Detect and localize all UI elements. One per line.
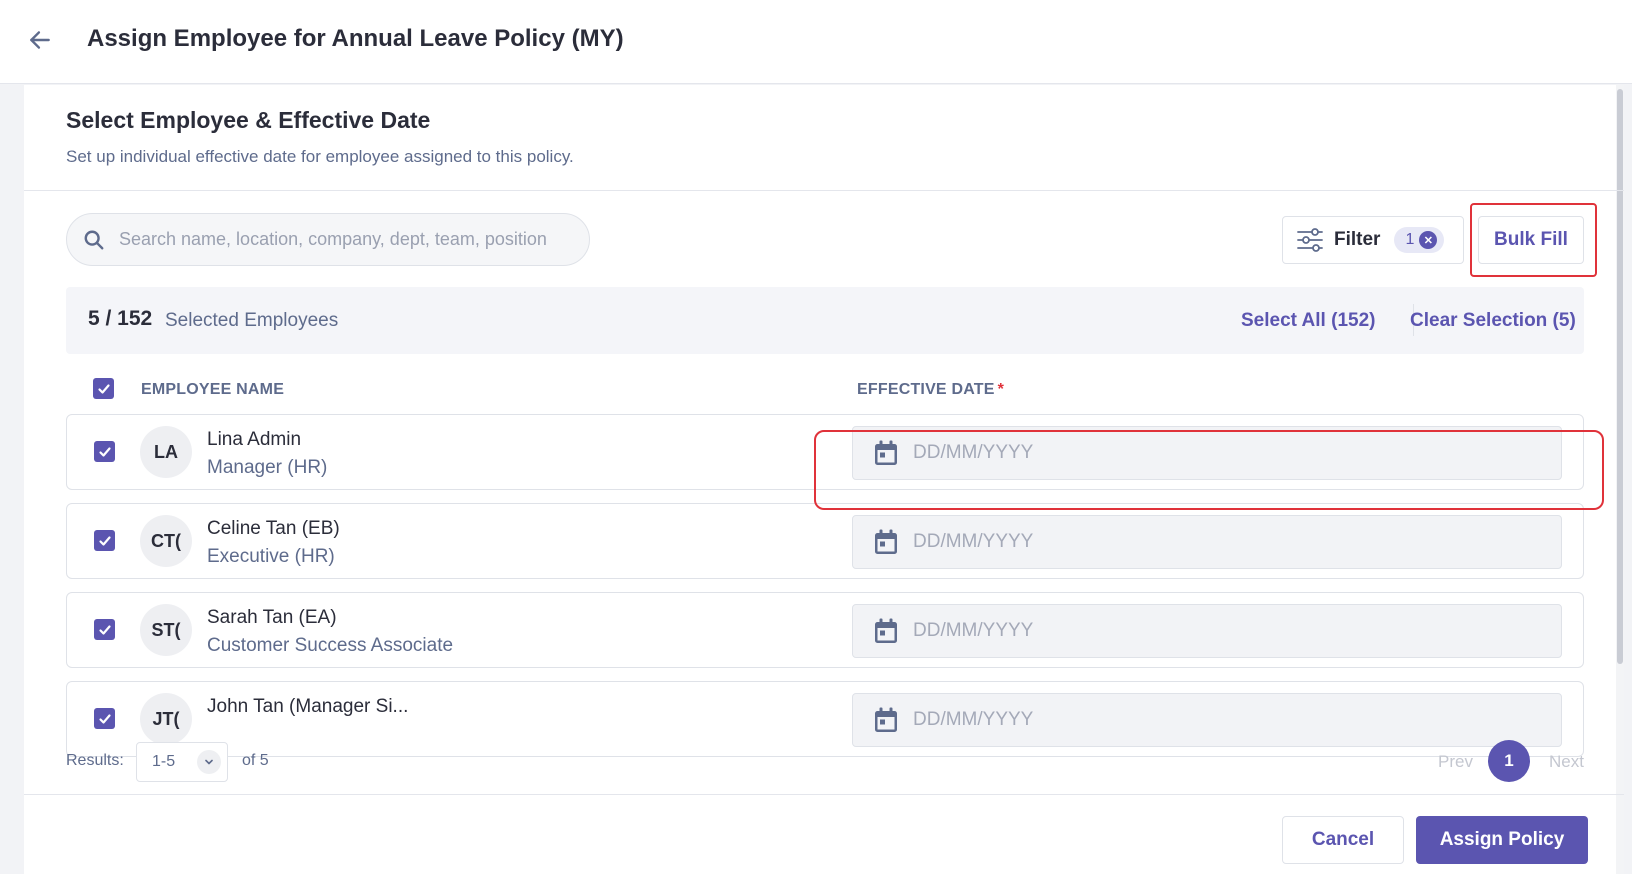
row-checkbox[interactable] <box>94 708 115 729</box>
filter-count: 1 <box>1405 231 1415 248</box>
effective-date-field[interactable] <box>852 515 1562 569</box>
employee-role: Manager (HR) <box>207 457 328 478</box>
avatar: ST( <box>140 604 192 656</box>
scrollbar[interactable] <box>1616 85 1624 874</box>
selection-bar: 5 / 152 Selected Employees Select All (1… <box>66 287 1584 354</box>
filter-button[interactable]: Filter 1 ✕ <box>1282 216 1464 264</box>
search-input[interactable] <box>119 229 559 250</box>
column-header-effective-date: EFFECTIVE DATE * <box>857 381 1004 399</box>
page-number-button[interactable]: 1 <box>1488 740 1530 782</box>
effective-date-input[interactable] <box>913 620 1513 642</box>
scrollbar-thumb[interactable] <box>1617 89 1623 664</box>
effective-date-input[interactable] <box>913 442 1513 464</box>
column-header-employee-name: EMPLOYEE NAME <box>141 381 285 398</box>
divider <box>24 190 1624 191</box>
check-icon <box>98 446 111 457</box>
employee-name: Sarah Tan (EA) <box>207 607 337 628</box>
selected-label: Selected Employees <box>165 310 339 331</box>
selected-count: 5 / 152 <box>88 307 153 330</box>
footer-divider <box>24 794 1624 795</box>
calendar-icon <box>875 707 897 732</box>
avatar: CT( <box>140 515 192 567</box>
table-row: JT( John Tan (Manager Si... <box>66 681 1584 757</box>
employee-name: Celine Tan (EB) <box>207 518 340 539</box>
search-box[interactable] <box>66 213 590 266</box>
page-title: Assign Employee for Annual Leave Policy … <box>87 25 624 52</box>
employee-name: Lina Admin <box>207 429 302 450</box>
row-checkbox[interactable] <box>94 619 115 640</box>
select-all-checkbox[interactable] <box>93 378 114 399</box>
assign-policy-button[interactable]: Assign Policy <box>1416 816 1588 864</box>
required-marker: * <box>997 381 1005 398</box>
next-page-button[interactable]: Next <box>1549 752 1584 772</box>
bulk-fill-button[interactable]: Bulk Fill <box>1478 216 1584 264</box>
table-row: ST( Sarah Tan (EA) Customer Success Asso… <box>66 592 1584 668</box>
sliders-icon <box>1297 228 1323 252</box>
check-icon <box>98 713 111 724</box>
main-panel: Select Employee & Effective Date Set up … <box>24 85 1624 874</box>
chevron-down-icon <box>197 750 221 774</box>
clear-filter-icon[interactable]: ✕ <box>1419 231 1438 249</box>
effective-date-field[interactable] <box>852 604 1562 658</box>
top-bar: Assign Employee for Annual Leave Policy … <box>0 0 1632 84</box>
cancel-button[interactable]: Cancel <box>1282 816 1404 864</box>
row-checkbox[interactable] <box>94 441 115 462</box>
prev-page-button[interactable]: Prev <box>1438 752 1473 772</box>
check-icon <box>98 535 111 546</box>
effective-date-label: EFFECTIVE DATE <box>857 381 995 398</box>
calendar-icon <box>875 440 897 465</box>
employee-name: John Tan (Manager Si... <box>207 696 409 717</box>
employee-role: Executive (HR) <box>207 546 335 567</box>
employee-role: Customer Success Associate <box>207 635 454 656</box>
effective-date-field[interactable] <box>852 693 1562 747</box>
calendar-icon <box>875 529 897 554</box>
results-range: 1-5 <box>152 753 176 770</box>
back-button[interactable] <box>24 24 56 56</box>
filter-count-badge: 1 ✕ <box>1394 227 1445 253</box>
check-icon <box>97 383 110 394</box>
effective-date-field[interactable] <box>852 426 1562 480</box>
section-subtitle: Set up individual effective date for emp… <box>66 147 574 166</box>
section-title: Select Employee & Effective Date <box>66 107 431 133</box>
results-label: Results: <box>66 752 124 769</box>
section-header: Select Employee & Effective Date Set up … <box>66 107 574 167</box>
filter-label: Filter <box>1334 229 1381 250</box>
calendar-icon <box>875 618 897 643</box>
results-total: of 5 <box>242 752 269 769</box>
table-row: CT( Celine Tan (EB) Executive (HR) <box>66 503 1584 579</box>
clear-selection-link[interactable]: Clear Selection (5) <box>1410 310 1576 332</box>
check-icon <box>98 624 111 635</box>
select-all-link[interactable]: Select All (152) <box>1241 310 1375 332</box>
row-checkbox[interactable] <box>94 530 115 551</box>
arrow-left-icon <box>30 31 50 49</box>
results-per-page-select[interactable]: 1-5 <box>136 742 228 782</box>
employee-list: LA Lina Admin Manager (HR) CT( Celine Ta… <box>66 414 1584 814</box>
effective-date-input[interactable] <box>913 531 1513 553</box>
effective-date-input[interactable] <box>913 709 1513 731</box>
avatar: LA <box>140 426 192 478</box>
search-icon <box>84 230 104 249</box>
table-row: LA Lina Admin Manager (HR) <box>66 414 1584 490</box>
avatar: JT( <box>140 693 192 745</box>
